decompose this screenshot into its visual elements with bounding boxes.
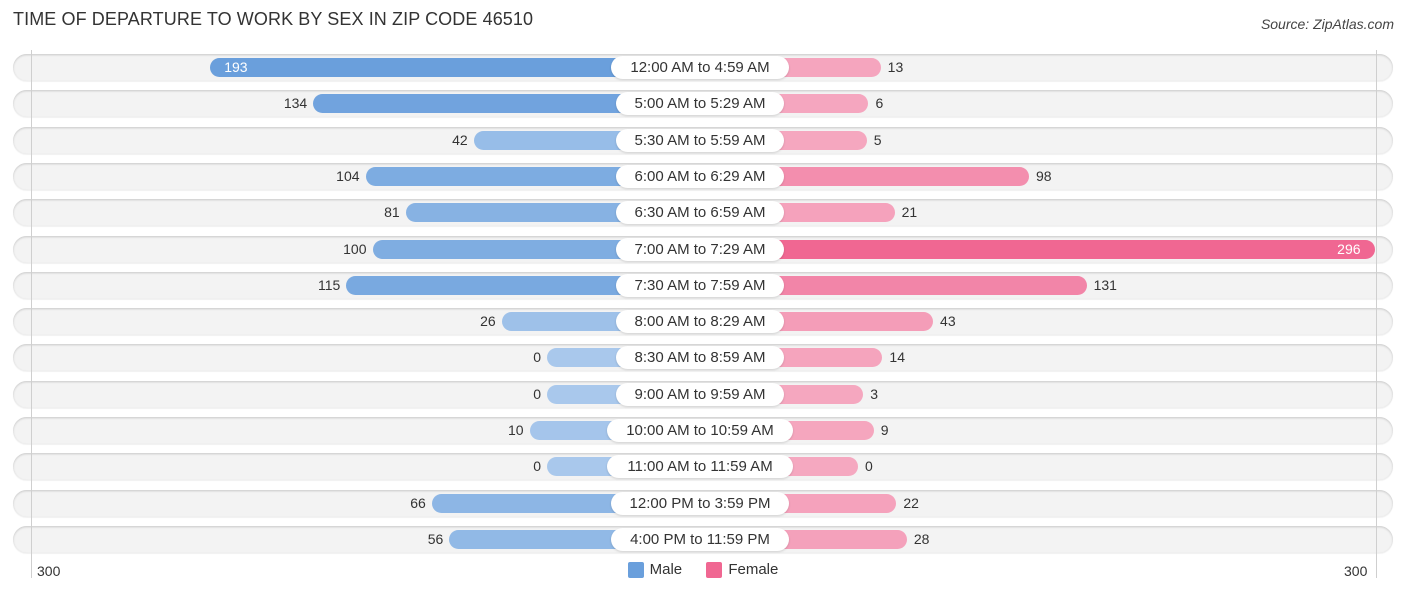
value-label-female: 22 bbox=[903, 494, 919, 511]
value-label-female: 98 bbox=[1036, 167, 1052, 184]
value-label-female: 0 bbox=[865, 458, 873, 475]
value-label-male: 42 bbox=[452, 131, 468, 148]
legend-label-male: Male bbox=[649, 561, 683, 578]
value-label-female: 6 bbox=[875, 95, 884, 112]
category-label: 6:30 AM to 6:59 AM bbox=[615, 201, 785, 225]
legend: Male Female bbox=[0, 561, 1406, 582]
legend-swatch-male bbox=[627, 561, 644, 578]
legend-label-female: Female bbox=[728, 561, 779, 578]
value-label-female: 13 bbox=[887, 59, 904, 75]
value-label-male: 26 bbox=[480, 313, 496, 330]
category-label: 11:00 AM to 11:59 AM bbox=[607, 455, 793, 479]
value-label-female: 14 bbox=[889, 349, 905, 366]
value-label-male: 10 bbox=[507, 422, 524, 438]
value-label-female: 131 bbox=[1093, 276, 1117, 293]
value-label-male: 0 bbox=[533, 349, 541, 366]
category-label: 4:00 PM to 11:59 PM bbox=[611, 527, 789, 551]
legend-item-male[interactable]: Male bbox=[627, 561, 683, 578]
value-label-female: 3 bbox=[870, 385, 879, 402]
category-label: 8:30 AM to 8:59 AM bbox=[615, 346, 785, 370]
value-label-female: 296 bbox=[1337, 240, 1361, 257]
category-label: 5:00 AM to 5:29 AM bbox=[615, 92, 785, 116]
value-label-female: 28 bbox=[913, 530, 930, 547]
value-label-male: 100 bbox=[343, 240, 367, 257]
value-label-male: 193 bbox=[224, 59, 248, 75]
legend-item-female[interactable]: Female bbox=[706, 561, 778, 578]
category-label: 9:00 AM to 9:59 AM bbox=[615, 382, 785, 406]
category-label: 5:30 AM to 5:59 AM bbox=[615, 128, 785, 152]
category-label: 7:30 AM to 7:59 AM bbox=[615, 273, 785, 297]
value-label-female: 5 bbox=[873, 131, 882, 148]
value-label-male: 56 bbox=[427, 530, 444, 547]
legend-swatch-female bbox=[706, 561, 723, 578]
axis-line-left bbox=[31, 50, 32, 578]
value-label-male: 115 bbox=[318, 276, 341, 293]
category-label: 8:00 AM to 8:29 AM bbox=[615, 310, 785, 334]
bar-female[interactable] bbox=[700, 239, 1375, 259]
category-label: 7:00 AM to 7:29 AM bbox=[615, 237, 785, 261]
value-label-female: 43 bbox=[940, 313, 956, 330]
value-label-female: 21 bbox=[901, 204, 918, 221]
category-label: 10:00 AM to 10:59 AM bbox=[607, 419, 793, 442]
value-label-male: 0 bbox=[533, 385, 541, 402]
value-label-female: 9 bbox=[880, 422, 889, 438]
value-label-male: 66 bbox=[410, 494, 426, 511]
category-label: 6:00 AM to 6:29 AM bbox=[615, 164, 785, 188]
value-label-male: 134 bbox=[283, 95, 308, 112]
value-label-male: 0 bbox=[533, 458, 541, 475]
category-label: 12:00 PM to 3:59 PM bbox=[611, 491, 789, 515]
chart-area: 12:00 AM to 4:59 AM 193 13 5:00 AM to 5:29 … bbox=[0, 0, 1406, 594]
value-label-male: 81 bbox=[384, 204, 400, 221]
value-label-male: 104 bbox=[336, 167, 360, 184]
axis-line-right bbox=[1376, 50, 1377, 578]
category-label: 12:00 AM to 4:59 AM bbox=[611, 56, 789, 79]
